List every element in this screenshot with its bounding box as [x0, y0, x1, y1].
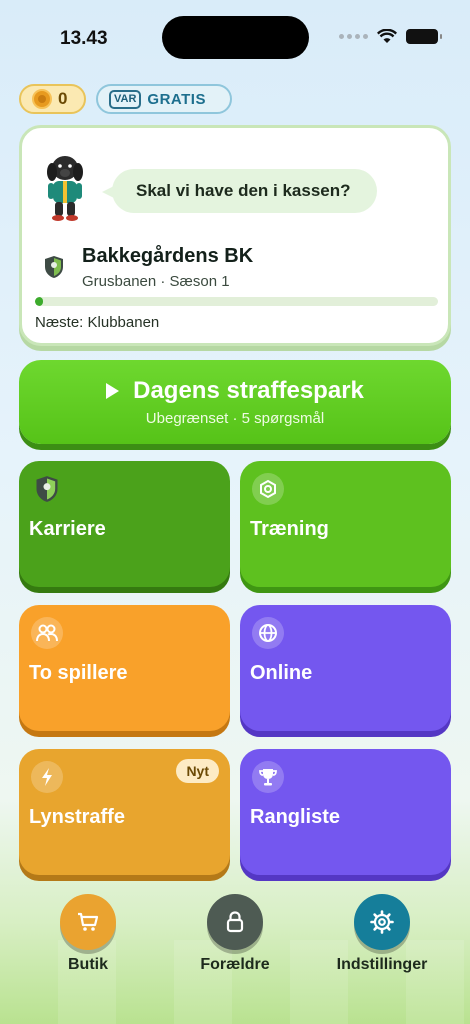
two-players-tile[interactable]: To spillere — [19, 605, 230, 731]
new-badge: Nyt — [176, 759, 219, 783]
status-bar: 13.43 — [0, 0, 470, 70]
free-badge[interactable]: VAR GRATIS — [96, 84, 232, 114]
globe-icon — [252, 617, 284, 649]
club-subtitle: Grusbanen · Sæson 1 — [82, 273, 230, 290]
bottom-nav: Butik Forældre Indstillinger — [0, 890, 470, 1024]
two-players-icon — [31, 617, 63, 649]
daily-subtitle: Ubegrænset · 5 spørgsmål — [145, 410, 325, 427]
club-card[interactable]: Skal vi have den i kassen? Bakkegårdens … — [19, 125, 451, 346]
nav-settings-label: Indstillinger — [336, 956, 428, 973]
daily-title: Dagens straffespark — [133, 377, 364, 404]
club-name: Bakkegårdens BK — [82, 245, 254, 267]
cart-icon — [60, 894, 116, 950]
career-tile[interactable]: Karriere — [19, 461, 230, 587]
next-stadium-label: Næste: Klubbanen — [35, 314, 160, 331]
career-progress-fill — [35, 297, 44, 306]
dynamic-island — [162, 16, 309, 59]
status-time: 13.43 — [60, 28, 108, 49]
mascot-dog-icon — [47, 156, 83, 221]
nav-settings[interactable]: Indstillinger — [322, 894, 442, 974]
flash-penalty-label: Lynstraffe — [29, 806, 125, 828]
shield-icon — [31, 473, 63, 505]
coin-icon — [32, 89, 52, 109]
nav-parents[interactable]: Forældre — [175, 894, 295, 974]
nav-parents-label: Forældre — [200, 956, 270, 973]
gear-icon — [354, 894, 410, 950]
free-badge-prefix: VAR — [109, 89, 142, 109]
lock-icon — [207, 894, 263, 950]
nav-shop-label: Butik — [68, 956, 108, 973]
coins-counter[interactable]: 0 — [19, 84, 86, 114]
status-icons — [339, 29, 442, 44]
online-label: Online — [250, 662, 313, 684]
coins-value: 0 — [58, 89, 68, 108]
lightning-icon — [31, 761, 63, 793]
career-progress-bar — [35, 297, 438, 306]
daily-penalty-button[interactable]: Dagens straffespark Ubegrænset · 5 spørg… — [19, 360, 451, 444]
leaderboard-label: Rangliste — [250, 806, 341, 828]
daily-title-row: Dagens straffespark — [19, 377, 451, 405]
leaderboard-tile[interactable]: Rangliste — [240, 749, 451, 875]
training-label: Træning — [250, 518, 329, 540]
flash-penalty-tile[interactable]: Nyt Lynstraffe — [19, 749, 230, 875]
speech-bubble: Skal vi have den i kassen? — [102, 169, 377, 213]
target-icon — [252, 473, 284, 505]
trophy-icon — [252, 761, 284, 793]
wifi-icon — [377, 29, 397, 43]
free-badge-label: GRATIS — [147, 90, 206, 108]
club-shield-icon — [45, 256, 63, 278]
nav-shop[interactable]: Butik — [28, 894, 148, 974]
play-icon — [106, 383, 120, 399]
career-label: Karriere — [29, 518, 106, 540]
two-players-label: To spillere — [29, 662, 128, 684]
battery-icon — [406, 29, 442, 44]
training-tile[interactable]: Træning — [240, 461, 451, 587]
signal-icon — [339, 34, 368, 39]
online-tile[interactable]: Online — [240, 605, 451, 731]
